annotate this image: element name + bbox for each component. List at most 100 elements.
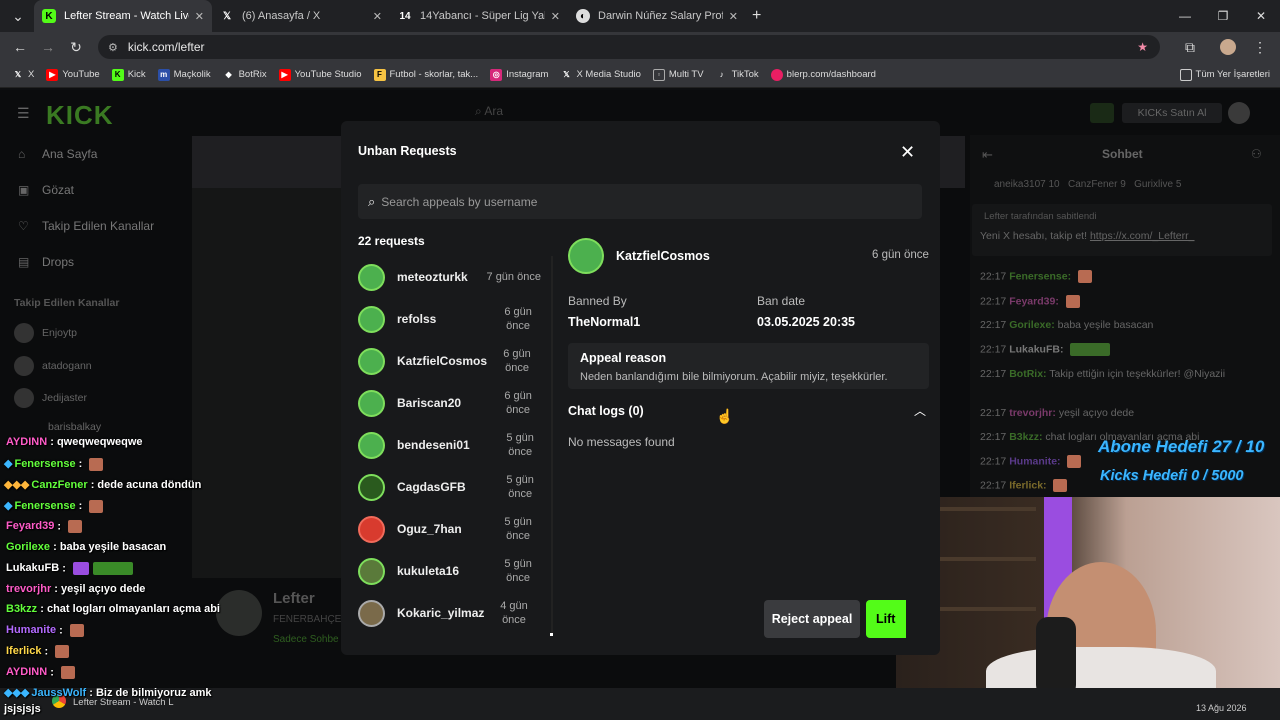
nav-home[interactable]: ⌂ Ana Sayfa [18,147,97,161]
bookmark-kick[interactable]: K Kick [111,68,146,81]
sub-goal: Abone Hedefi 27 / 10 [1098,437,1265,456]
tab-salary[interactable]: ◐ Darwin Núñez Salary Profile | C ✕ [568,0,746,32]
chat-user[interactable]: Gorilexe: [1009,319,1055,331]
browser-tab-bar: ⌄ K Lefter Stream - Watch Live on K ✕ 𝕏 … [0,0,1280,32]
chat-user[interactable]: B3kzz: [1009,431,1042,443]
minimize-icon[interactable]: — [1166,9,1204,23]
close-icon[interactable]: ✕ [900,143,915,161]
search-appeals-input[interactable]: ⌕ Search appeals by username [358,184,922,219]
chat-user[interactable]: Fenersense: [1009,270,1071,282]
request-item[interactable]: refolss 6 gün önce [358,300,544,338]
site-favicon-icon: 14 [399,10,411,22]
bookmark-youtube[interactable]: ▶ YouTube [46,68,100,81]
menu-icon[interactable]: ⋮ [1248,39,1272,56]
bookmark-star-icon[interactable]: ★ [1137,40,1148,54]
users-icon[interactable]: ⚇ [1251,147,1262,161]
user-avatar[interactable] [1228,102,1250,124]
bookmark-multitv[interactable]: ▫ Multi TV [652,68,704,81]
site-search[interactable]: ⌕ Ara [475,104,503,119]
profile-avatar[interactable] [1220,39,1236,55]
tab-search-icon[interactable]: ⌄ [6,8,30,25]
collapse-chat-icon[interactable]: ⇤ [982,147,993,163]
pinned-link[interactable]: https://x.com/_Lefterr_ [1090,230,1194,242]
reject-appeal-button[interactable]: Reject appeal [764,600,860,638]
reload-icon[interactable]: ↻ [64,39,88,56]
all-bookmarks[interactable]: Tüm Yer İşaretleri [1179,68,1270,81]
tab-close-icon[interactable]: ✕ [729,10,738,23]
request-item[interactable]: Oguz_7han 5 gün önce [358,510,544,548]
restore-icon[interactable]: ❐ [1204,9,1242,23]
request-item[interactable]: CagdasGFB 5 gün önce [358,468,544,506]
chevron-up-icon[interactable]: ︿ [914,402,926,419]
bookmark-instagram[interactable]: ◎ Instagram [490,68,548,81]
request-time: 6 gün önce [503,348,531,374]
request-item[interactable]: kukuleta16 5 gün önce [358,552,544,590]
nav-drops[interactable]: ▤ Drops [18,255,74,269]
gifter-name[interactable]: CanzFener [1068,179,1117,190]
chat-user[interactable]: Iferlick: [1009,479,1046,491]
taskbar-date: 13 Ağu 2026 [1196,703,1247,713]
window-close-icon[interactable]: ✕ [1242,9,1280,23]
site-info-icon[interactable]: ⚙ [108,41,118,54]
avatar [358,347,385,375]
tab-title: Darwin Núñez Salary Profile | C [598,10,723,22]
followed-channel[interactable]: Jedijaster [14,388,87,408]
heart-icon: ♡ [18,219,29,233]
gifter-name[interactable]: aneika3107 [994,179,1046,190]
channel-name[interactable]: Lefter [273,590,315,607]
extensions-icon[interactable]: ⧉ [1178,39,1202,56]
chat-logs-toggle[interactable]: Chat logs (0) [568,404,644,418]
avatar [14,356,34,376]
channel-category[interactable]: FENERBAHÇE [273,614,341,625]
bookmark-blerp[interactable]: blerp.com/dashboard [770,68,876,81]
request-item[interactable]: bendeseni01 5 gün önce [358,426,544,464]
bookmark-mackolik[interactable]: m Maçkolik [157,68,211,81]
tab-close-icon[interactable]: ✕ [195,10,204,23]
x-icon: 𝕏 [563,70,570,79]
forward-icon[interactable]: → [36,39,60,55]
lift-ban-button[interactable]: Lift [866,600,906,638]
request-list-scrollbar[interactable] [551,256,553,636]
bookmark-x[interactable]: 𝕏X [12,69,35,81]
hamburger-menu-icon[interactable]: ☰ [17,105,30,122]
chat-message: 22:17 trevorjhr: yeşil açıyo dede [980,407,1134,419]
tab-x[interactable]: 𝕏 (6) Anasayfa / X ✕ [212,0,390,32]
chat-user[interactable]: Feyard39: [1009,295,1059,307]
overlay-user: Fenersense [14,500,76,512]
tab-kick[interactable]: K Lefter Stream - Watch Live on K ✕ [34,0,212,32]
kicks-goal: Kicks Hedefi 0 / 5000 [1100,468,1244,484]
bookmark-botrix[interactable]: ◆ BotRix [223,69,267,81]
back-icon[interactable]: ← [8,39,32,55]
tab-close-icon[interactable]: ✕ [551,10,560,23]
nav-following[interactable]: ♡ Takip Edilen Kanallar [18,219,154,233]
tab-14yabanci[interactable]: 14 14Yabancı - Süper Lig Yabancı R ✕ [390,0,568,32]
request-item-selected[interactable]: KatzfielCosmos 6 gün önce [358,342,544,380]
chat-user[interactable]: BotRix: [1009,368,1046,380]
search-placeholder: Search appeals by username [381,194,538,209]
request-item[interactable]: Bariscan20 6 gün önce [358,384,544,422]
request-item[interactable]: meteozturkk 7 gün önce [358,258,544,296]
new-tab-button[interactable]: + [752,7,761,25]
bookmark-x-media-studio[interactable]: 𝕏 X Media Studio [560,69,641,81]
chat-user[interactable]: LukakuFB: [1009,343,1063,355]
address-bar[interactable]: ⚙ kick.com/lefter ★ [98,35,1160,59]
tab-close-icon[interactable]: ✕ [373,10,382,23]
kicks-icon[interactable] [1090,103,1114,123]
overlay-chat-line: ◆ Fenersense : [4,499,104,513]
followed-channel[interactable]: atadogann [14,356,92,376]
emote [89,457,104,471]
buy-kicks-button[interactable]: KICKs Satın Al [1122,103,1222,123]
gifter-name[interactable]: Gurixlive [1134,179,1173,190]
channel-avatar[interactable] [216,590,262,636]
followed-channel[interactable]: barisbalkay [48,421,101,433]
chat-user[interactable]: trevorjhr: [1009,407,1056,419]
bookmark-tiktok[interactable]: ♪ TikTok [716,69,759,81]
kick-logo[interactable]: KICK [46,100,114,131]
nav-browse[interactable]: ▣ Gözat [18,183,74,197]
bookmark-youtube-studio[interactable]: ▶ YouTube Studio [278,68,362,81]
followed-channel[interactable]: Enjoytp [14,323,77,343]
chat-user[interactable]: Humanite: [1009,455,1060,467]
request-item[interactable]: Kokaric_yilmaz 4 gün önce [358,594,544,632]
bookmark-futbol[interactable]: F Futbol - skorlar, tak... [373,68,478,81]
browser-toolbar: ← → ↻ ⚙ kick.com/lefter ★ ⧉ ⋮ [0,32,1280,62]
